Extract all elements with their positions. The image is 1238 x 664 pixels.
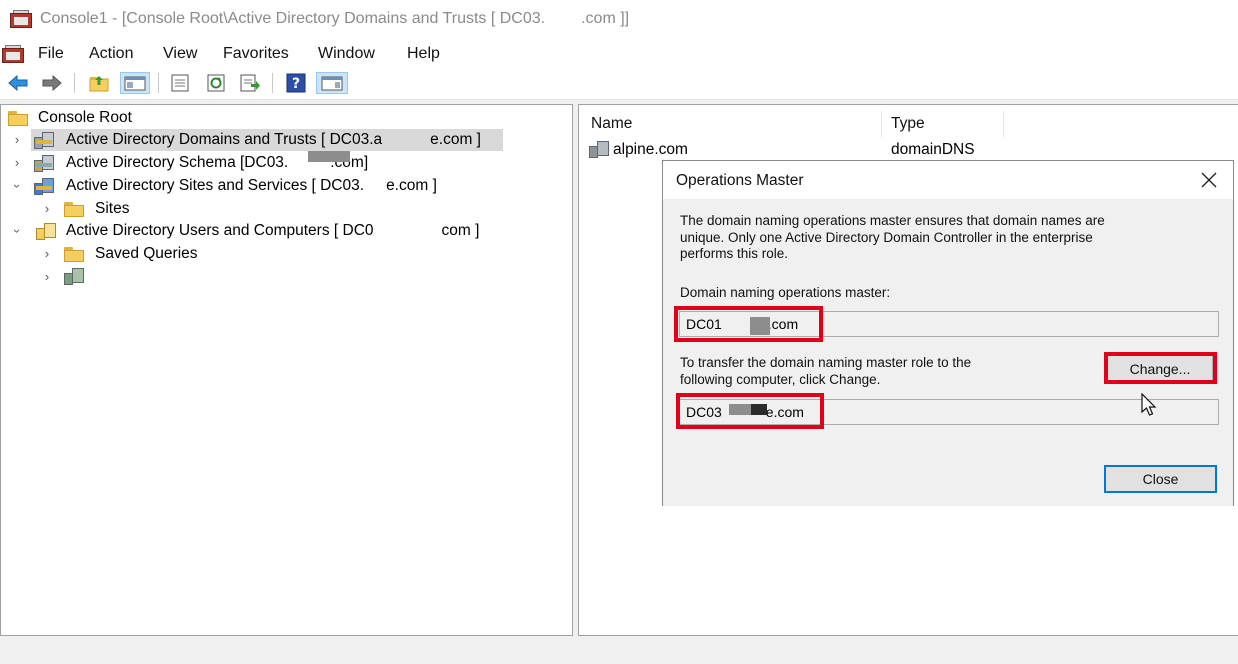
tree-item-sites[interactable]: › Sites [40, 198, 240, 220]
chevron-down-icon[interactable]: › [6, 224, 28, 238]
chevron-right-icon[interactable]: › [40, 266, 54, 288]
tree-item-domain[interactable]: › [40, 266, 280, 288]
back-arrow-icon[interactable] [6, 72, 30, 94]
list-item[interactable]: alpine.com domainDNS [587, 139, 1007, 161]
current-master-label: Domain naming operations master: [680, 285, 891, 300]
export-list-icon[interactable] [238, 72, 262, 94]
column-header-name[interactable]: Name [591, 115, 632, 133]
tree-item-label: Active Directory Sites and Services [ DC… [66, 177, 437, 194]
highlight-change-button [1104, 352, 1217, 384]
tree-item-users-and-computers[interactable]: › Active Directory Users and Computers [… [10, 220, 520, 242]
system-menu-icon[interactable] [2, 45, 24, 63]
list-item-type: domainDNS [891, 141, 975, 158]
window-title: Console1 - [Console Root\Active Director… [40, 10, 630, 27]
menu-file[interactable]: File [38, 45, 64, 63]
list-item-name: alpine.com [613, 141, 688, 158]
chevron-down-icon[interactable]: › [6, 179, 28, 193]
menu-view[interactable]: View [163, 45, 197, 63]
menu-favorites[interactable]: Favorites [223, 45, 289, 63]
chevron-right-icon[interactable]: › [10, 129, 24, 151]
chevron-right-icon[interactable]: › [40, 198, 54, 220]
schema-icon [34, 155, 54, 172]
help-icon[interactable]: ? [284, 72, 308, 94]
show-hide-tree-icon[interactable] [120, 72, 150, 94]
tree-item-sites-and-services[interactable]: › Active Directory Sites and Services [ … [10, 175, 500, 197]
domain-object-icon [589, 141, 609, 158]
show-hide-action-pane-icon[interactable] [316, 72, 348, 94]
dialog-title: Operations Master [676, 172, 804, 189]
mouse-cursor-icon [1140, 392, 1162, 419]
highlight-target-master [676, 393, 824, 429]
menu-bar: File Action View Favorites Window Help [0, 40, 1238, 68]
mmc-console-icon [10, 10, 32, 28]
up-folder-icon[interactable] [87, 72, 111, 94]
tree-item-label: Active Directory Users and Computers [ D… [66, 222, 480, 239]
close-button[interactable]: Close [1104, 465, 1217, 493]
tree-item-saved-queries[interactable]: › Saved Queries [40, 243, 280, 265]
menu-action[interactable]: Action [89, 45, 133, 63]
domain-icon [64, 268, 84, 285]
title-bar: Console1 - [Console Root\Active Director… [0, 0, 1238, 40]
sites-services-icon [34, 178, 54, 195]
toolbar: ? [0, 68, 1238, 100]
menu-window[interactable]: Window [318, 45, 375, 63]
tree-item-domains-and-trusts[interactable]: › Active Directory Domains and Trusts [ … [10, 129, 500, 151]
chevron-right-icon[interactable]: › [10, 152, 24, 174]
menu-help[interactable]: Help [407, 45, 440, 63]
status-bar [0, 640, 1238, 664]
svg-text:?: ? [292, 76, 300, 92]
domains-trusts-icon [34, 132, 54, 149]
folder-icon [64, 247, 84, 262]
transfer-instructions: To transfer the domain naming master rol… [680, 355, 972, 387]
highlight-current-master [674, 306, 823, 342]
tree-item-schema[interactable]: › Active Directory Schema [DC03. .com] [10, 152, 500, 174]
properties-icon[interactable] [168, 72, 192, 94]
forward-arrow-icon[interactable] [40, 72, 64, 94]
refresh-icon[interactable] [204, 72, 228, 94]
redaction [308, 151, 350, 162]
folder-icon [8, 111, 28, 126]
tree-item-console-root[interactable]: Console Root [6, 107, 306, 129]
dialog-description: The domain naming operations master ensu… [680, 213, 1105, 261]
chevron-right-icon[interactable]: › [40, 243, 54, 265]
folder-icon [64, 202, 84, 217]
dialog-title-bar: Operations Master [663, 161, 1233, 199]
close-icon[interactable] [1198, 170, 1220, 190]
users-computers-icon [36, 223, 56, 240]
column-header-type[interactable]: Type [891, 115, 925, 133]
tree-item-label: Active Directory Domains and Trusts [ DC… [66, 131, 481, 148]
